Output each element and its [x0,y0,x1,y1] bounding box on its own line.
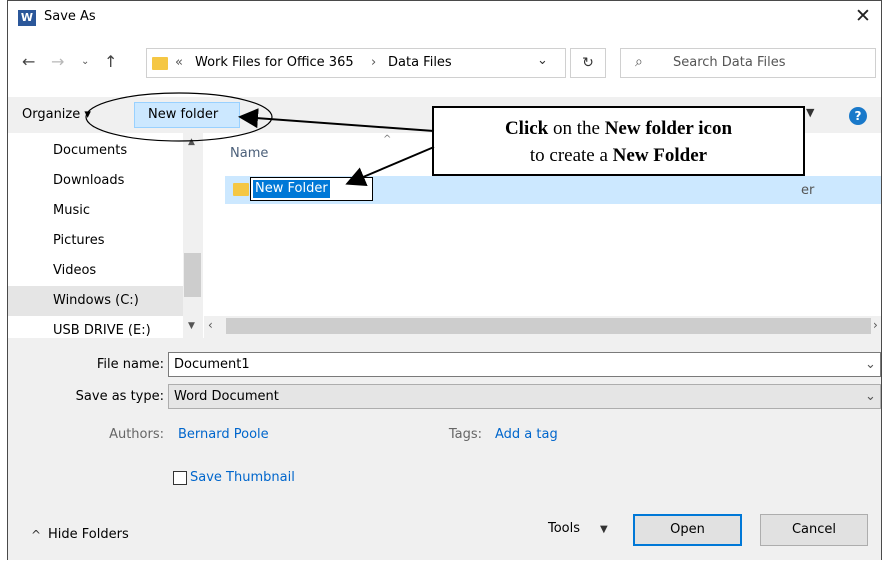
scroll-down-icon[interactable]: ▼ [188,321,195,331]
breadcrumb-item[interactable]: Work Files for Office 365 [195,55,354,70]
callout-text: on the [548,118,605,139]
window-title: Save As [44,9,96,24]
tags-label: Tags: [448,427,482,442]
callout-bold-click: Click [504,118,549,139]
up-arrow-icon[interactable]: ↑ [104,52,117,71]
nav-item-label: Downloads [53,173,125,188]
file-list-scroll-thumb[interactable] [226,318,871,334]
nav-item-usb-drive[interactable]: USB DRIVE (E:) [8,316,183,338]
nav-item-videos[interactable]: Videos [8,256,183,286]
nav-item-label: Music [53,203,90,218]
save-as-type-value: Word Document [174,389,279,404]
organize-button[interactable]: Organize ▾ [12,102,101,128]
callout-line-2: to create a New Folder [434,142,803,169]
breadcrumb-item[interactable]: Data Files [388,55,452,70]
save-as-type-chevron-icon[interactable]: ⌄ [865,385,876,408]
tools-menu-button[interactable]: Tools [548,521,580,536]
overflow-icon[interactable]: « [175,55,183,70]
recent-locations-chevron-icon[interactable]: ⌄ [81,56,89,67]
search-box[interactable]: ⌕ Search Data Files [620,48,876,78]
callout-line-1: Click on the New folder icon [434,115,803,142]
close-icon[interactable]: ✕ [855,6,871,26]
breadcrumb-separator-icon[interactable]: › [371,55,376,70]
file-name-dropdown-chevron-icon[interactable]: ⌄ [865,353,876,376]
authors-label: Authors: [109,427,164,442]
forward-arrow-icon[interactable]: → [51,52,64,71]
nav-item-label: Videos [53,263,97,278]
word-icon: W [18,10,36,26]
file-name-label: File name: [96,357,164,372]
scroll-left-icon[interactable]: ‹ [208,318,213,332]
callout-text: to create a [529,145,613,166]
navigation-pane: Documents Downloads Music Pictures Video… [8,133,203,338]
file-name-field[interactable]: Document1 ⌄ [168,352,881,377]
new-folder-button[interactable]: New folder [134,102,240,128]
rename-selected-text[interactable]: New Folder [253,180,330,198]
sort-ascending-icon: ^ [383,134,392,145]
save-thumbnail-label[interactable]: Save Thumbnail [190,470,295,485]
nav-item-downloads[interactable]: Downloads [8,166,183,196]
refresh-icon[interactable]: ↻ [570,48,606,78]
chevron-up-icon[interactable]: ^ [31,528,41,542]
nav-item-label: Pictures [53,233,105,248]
callout-bold-folder: New Folder [612,145,708,166]
save-as-type-select[interactable]: Word Document ⌄ [168,384,881,409]
tools-dropdown-icon[interactable]: ▼ [600,524,608,535]
cancel-button[interactable]: Cancel [760,514,868,546]
view-dropdown-icon[interactable]: ▼ [806,106,814,119]
callout-bold-icon: New folder icon [604,118,733,139]
folder-icon [152,57,168,70]
address-dropdown-chevron-icon[interactable]: ⌄ [537,53,548,68]
help-icon[interactable]: ? [849,107,867,125]
file-name-value: Document1 [174,357,250,372]
address-bar[interactable]: « Work Files for Office 365 › Data Files… [146,48,566,78]
nav-item-label: Windows (C:) [53,293,139,308]
column-header-name[interactable]: Name [230,146,268,161]
nav-pane-scroll-thumb[interactable] [184,253,201,297]
file-row-trailing-text: er [801,183,815,198]
nav-item-windows-c[interactable]: Windows (C:) [8,286,183,316]
save-as-type-label: Save as type: [75,389,164,404]
open-button[interactable]: Open [633,514,742,546]
hide-folders-button[interactable]: Hide Folders [48,527,129,542]
nav-item-label: USB DRIVE (E:) [53,323,151,338]
title-bar [8,1,881,37]
folder-icon [233,183,249,196]
nav-pane-scrollbar[interactable]: ▲ ▼ [183,133,203,338]
scroll-up-icon[interactable]: ▲ [188,137,195,147]
search-icon: ⌕ [635,54,643,70]
nav-item-documents[interactable]: Documents [8,136,183,166]
search-placeholder: Search Data Files [673,55,786,70]
authors-value[interactable]: Bernard Poole [178,427,269,442]
save-thumbnail-checkbox[interactable] [173,471,187,485]
back-arrow-icon[interactable]: ← [22,52,35,71]
tags-value[interactable]: Add a tag [495,427,558,442]
scroll-right-icon[interactable]: › [873,318,878,332]
nav-item-label: Documents [53,143,128,158]
instruction-callout: Click on the New folder icon to create a… [432,106,805,176]
nav-item-pictures[interactable]: Pictures [8,226,183,256]
nav-item-music[interactable]: Music [8,196,183,226]
